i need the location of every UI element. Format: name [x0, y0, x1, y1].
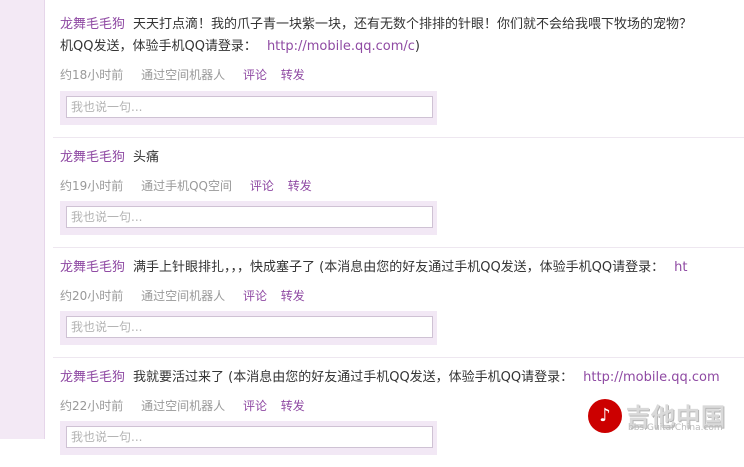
left-sidebar: [0, 0, 45, 439]
reply-box: 我也说一句...: [60, 311, 437, 345]
post-source: 通过空间机器人: [141, 399, 226, 413]
comment-link[interactable]: 评论: [243, 68, 267, 82]
reply-input[interactable]: 我也说一句...: [66, 316, 433, 338]
author-link[interactable]: 龙舞毛毛狗: [60, 17, 125, 32]
forward-link[interactable]: 转发: [281, 289, 305, 303]
watermark: ♪ 吉他中国 bbs.GuitarChina.com: [588, 397, 738, 433]
post-text: 满手上针眼排扎，，，快成塞子了 (本消息由您的好友通过手机QQ发送，体验手机QQ…: [133, 260, 665, 275]
post-link[interactable]: http://mobile.qq.com: [583, 370, 719, 385]
post-text: 天天打点滴！我的爪子青一块紫一块，还有无数个排排的针眼！你们就不会给我喂下牧场的…: [133, 17, 693, 32]
post-link-suffix: ): [414, 39, 420, 54]
post-time: 约22小时前: [60, 399, 124, 413]
reply-input[interactable]: 我也说一句...: [66, 96, 433, 118]
post-source: 通过空间机器人: [141, 68, 226, 82]
post-source: 通过空间机器人: [141, 289, 226, 303]
post-content: 龙舞毛毛狗 我就要活过来了 (本消息由您的好友通过手机QQ发送，体验手机QQ请登录…: [60, 367, 744, 389]
post-text-continuation: 机QQ发送，体验手机QQ请登录： http://mobile.qq.com/c): [60, 36, 744, 58]
post-content: 龙舞毛毛狗 天天打点滴！我的爪子青一块紫一块，还有无数个排排的针眼！你们就不会给我…: [60, 14, 744, 58]
comment-link[interactable]: 评论: [243, 289, 267, 303]
post-time: 约18小时前: [60, 68, 124, 82]
post-content: 龙舞毛毛狗 头痛: [60, 147, 744, 169]
post-meta: 约18小时前 通过空间机器人 评论 转发: [60, 66, 315, 83]
post: 龙舞毛毛狗 满手上针眼排扎，，，快成塞子了 (本消息由您的好友通过手机QQ发送，体…: [45, 247, 744, 357]
post: 龙舞毛毛狗 天天打点滴！我的爪子青一块紫一块，还有无数个排排的针眼！你们就不会给我…: [45, 0, 744, 125]
watermark-url: bbs.GuitarChina.com: [628, 423, 723, 433]
post: 龙舞毛毛狗 头痛 约19小时前 通过手机QQ空间 评论 转发 我也说一句...: [45, 137, 744, 247]
post-text: 头痛: [133, 150, 160, 165]
reply-input[interactable]: 我也说一句...: [66, 206, 433, 228]
feed: 龙舞毛毛狗 天天打点滴！我的爪子青一块紫一块，还有无数个排排的针眼！你们就不会给我…: [45, 0, 744, 455]
post-text: 我就要活过来了 (本消息由您的好友通过手机QQ发送，体验手机QQ请登录：: [133, 370, 574, 385]
post-meta: 约19小时前 通过手机QQ空间 评论 转发: [60, 177, 322, 194]
author-link[interactable]: 龙舞毛毛狗: [60, 150, 125, 165]
forward-link[interactable]: 转发: [281, 399, 305, 413]
post-link[interactable]: http://mobile.qq.com/c: [267, 39, 415, 54]
reply-input[interactable]: 我也说一句...: [66, 426, 433, 448]
post-text-continuation-label: 机QQ发送，体验手机QQ请登录：: [60, 39, 257, 54]
post-time: 约20小时前: [60, 289, 124, 303]
post-meta: 约20小时前 通过空间机器人 评论 转发: [60, 287, 315, 304]
post-content: 龙舞毛毛狗 满手上针眼排扎，，，快成塞子了 (本消息由您的好友通过手机QQ发送，体…: [60, 257, 744, 279]
reply-box: 我也说一句...: [60, 201, 437, 235]
author-link[interactable]: 龙舞毛毛狗: [60, 260, 125, 275]
post-time: 约19小时前: [60, 179, 124, 193]
post-meta: 约22小时前 通过空间机器人 评论 转发: [60, 397, 315, 414]
guitar-logo-icon: ♪: [588, 399, 622, 433]
post-source: 通过手机QQ空间: [141, 179, 233, 193]
forward-link[interactable]: 转发: [281, 68, 305, 82]
forward-link[interactable]: 转发: [288, 179, 312, 193]
comment-link[interactable]: 评论: [250, 179, 274, 193]
comment-link[interactable]: 评论: [243, 399, 267, 413]
author-link[interactable]: 龙舞毛毛狗: [60, 370, 125, 385]
post-link[interactable]: ht: [674, 260, 687, 275]
reply-box: 我也说一句...: [60, 421, 437, 455]
reply-box: 我也说一句...: [60, 91, 437, 125]
